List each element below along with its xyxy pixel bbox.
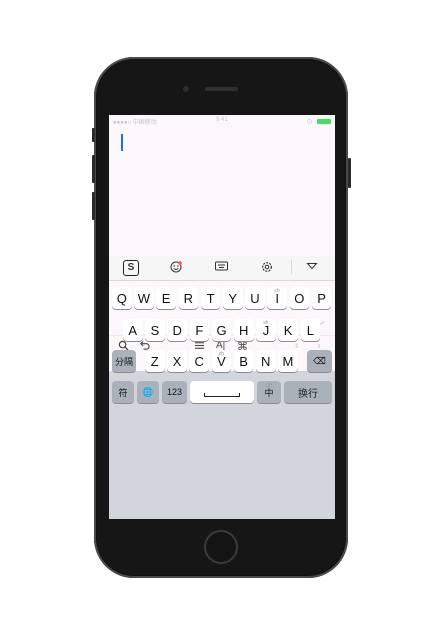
symbol-key-label: 符 — [118, 387, 128, 398]
key-k[interactable]: K — [278, 319, 298, 341]
key-d-label: D — [172, 322, 182, 338]
keyboard-layer: S Q W E R T Y Uch I O P A S D F G Hsh J K L 分隔 Z X Czh V B N M ⌫ 符 🌐 1… — [109, 0, 335, 624]
symbol-key[interactable]: 符 — [112, 381, 134, 403]
key-t[interactable]: T — [200, 287, 221, 309]
key-i-hint: ch — [274, 288, 280, 294]
key-w-label: W — [137, 290, 151, 306]
sogou-logo-icon[interactable]: S — [123, 260, 139, 276]
key-z-label: Z — [150, 353, 159, 369]
key-r-label: R — [183, 290, 194, 306]
key-b-label: B — [239, 353, 248, 369]
key-p-label: P — [317, 290, 326, 306]
key-s-label: S — [150, 322, 160, 338]
key-d[interactable]: D — [167, 319, 187, 341]
key-a-label: A — [128, 322, 138, 338]
key-y-label: Y — [228, 290, 238, 306]
settings-icon[interactable] — [261, 261, 273, 276]
key-j-hint: sh — [263, 320, 269, 326]
key-h-label: H — [239, 322, 249, 338]
key-g[interactable]: G — [211, 319, 232, 341]
key-w[interactable]: W — [134, 287, 154, 309]
emoji-icon[interactable] — [170, 261, 182, 276]
key-r[interactable]: R — [178, 287, 199, 309]
volume-up-button — [92, 155, 95, 183]
globe-key-label: 🌐 — [142, 386, 154, 397]
key-g-label: G — [216, 322, 227, 338]
separator-key-label: 分隔 — [114, 356, 133, 367]
key-b[interactable]: B — [233, 350, 254, 372]
key-o-label: O — [294, 290, 305, 306]
key-e-label: E — [161, 290, 171, 306]
key-u[interactable]: U — [245, 287, 265, 309]
key-i[interactable]: ch I — [267, 287, 287, 309]
lang-switch-key-hint: /英 — [265, 383, 273, 389]
separator-key[interactable]: 分隔 — [112, 350, 136, 372]
lang-switch-key[interactable]: /英中 — [257, 381, 281, 403]
enter-key[interactable]: 换行 — [284, 381, 332, 403]
key-m[interactable]: M — [278, 350, 298, 372]
key-c-label: C — [194, 353, 204, 369]
key-a[interactable]: A — [123, 319, 143, 341]
delete-key[interactable]: ⌫ — [307, 350, 332, 372]
key-x-label: X — [172, 353, 182, 369]
enter-key-label: 换行 — [298, 388, 318, 400]
key-j[interactable]: sh J — [256, 319, 276, 341]
key-x[interactable]: X — [167, 350, 187, 372]
key-q[interactable]: Q — [112, 287, 132, 309]
mute-switch — [92, 128, 95, 142]
space-icon — [204, 393, 240, 397]
key-f-label: F — [195, 322, 204, 338]
space-key[interactable] — [190, 381, 254, 403]
key-v-hint: zh — [218, 351, 224, 357]
key-t-label: T — [206, 290, 215, 306]
key-h[interactable]: H — [234, 319, 254, 341]
key-k-label: K — [283, 322, 293, 338]
key-f[interactable]: F — [189, 319, 210, 341]
key-q-label: Q — [116, 290, 127, 306]
hide-keyboard-icon[interactable] — [306, 261, 318, 274]
key-m-label: M — [282, 353, 294, 369]
key-o[interactable]: O — [289, 287, 310, 309]
power-button — [348, 158, 351, 188]
toolbar-divider — [291, 260, 292, 274]
number-key-label: 123 — [166, 387, 183, 397]
number-key[interactable]: 123 — [162, 381, 187, 403]
key-y[interactable]: Y — [223, 287, 243, 309]
key-e[interactable]: E — [156, 287, 176, 309]
keyboard-toolbar: S — [109, 256, 335, 281]
key-u-label: U — [250, 290, 260, 306]
globe-key[interactable]: 🌐 — [137, 381, 159, 403]
key-c[interactable]: C — [189, 350, 209, 372]
key-n[interactable]: N — [256, 350, 276, 372]
volume-down-button — [92, 192, 95, 220]
key-z[interactable]: Z — [145, 350, 165, 372]
key-v[interactable]: zh V — [211, 350, 232, 372]
delete-key-label: ⌫ — [313, 355, 326, 366]
key-s[interactable]: S — [145, 319, 165, 341]
key-p[interactable]: P — [311, 287, 332, 309]
key-l-label: L — [306, 322, 314, 338]
key-l[interactable]: L — [300, 319, 321, 341]
key-n-label: N — [261, 353, 271, 369]
keyboard-icon[interactable] — [215, 261, 228, 274]
